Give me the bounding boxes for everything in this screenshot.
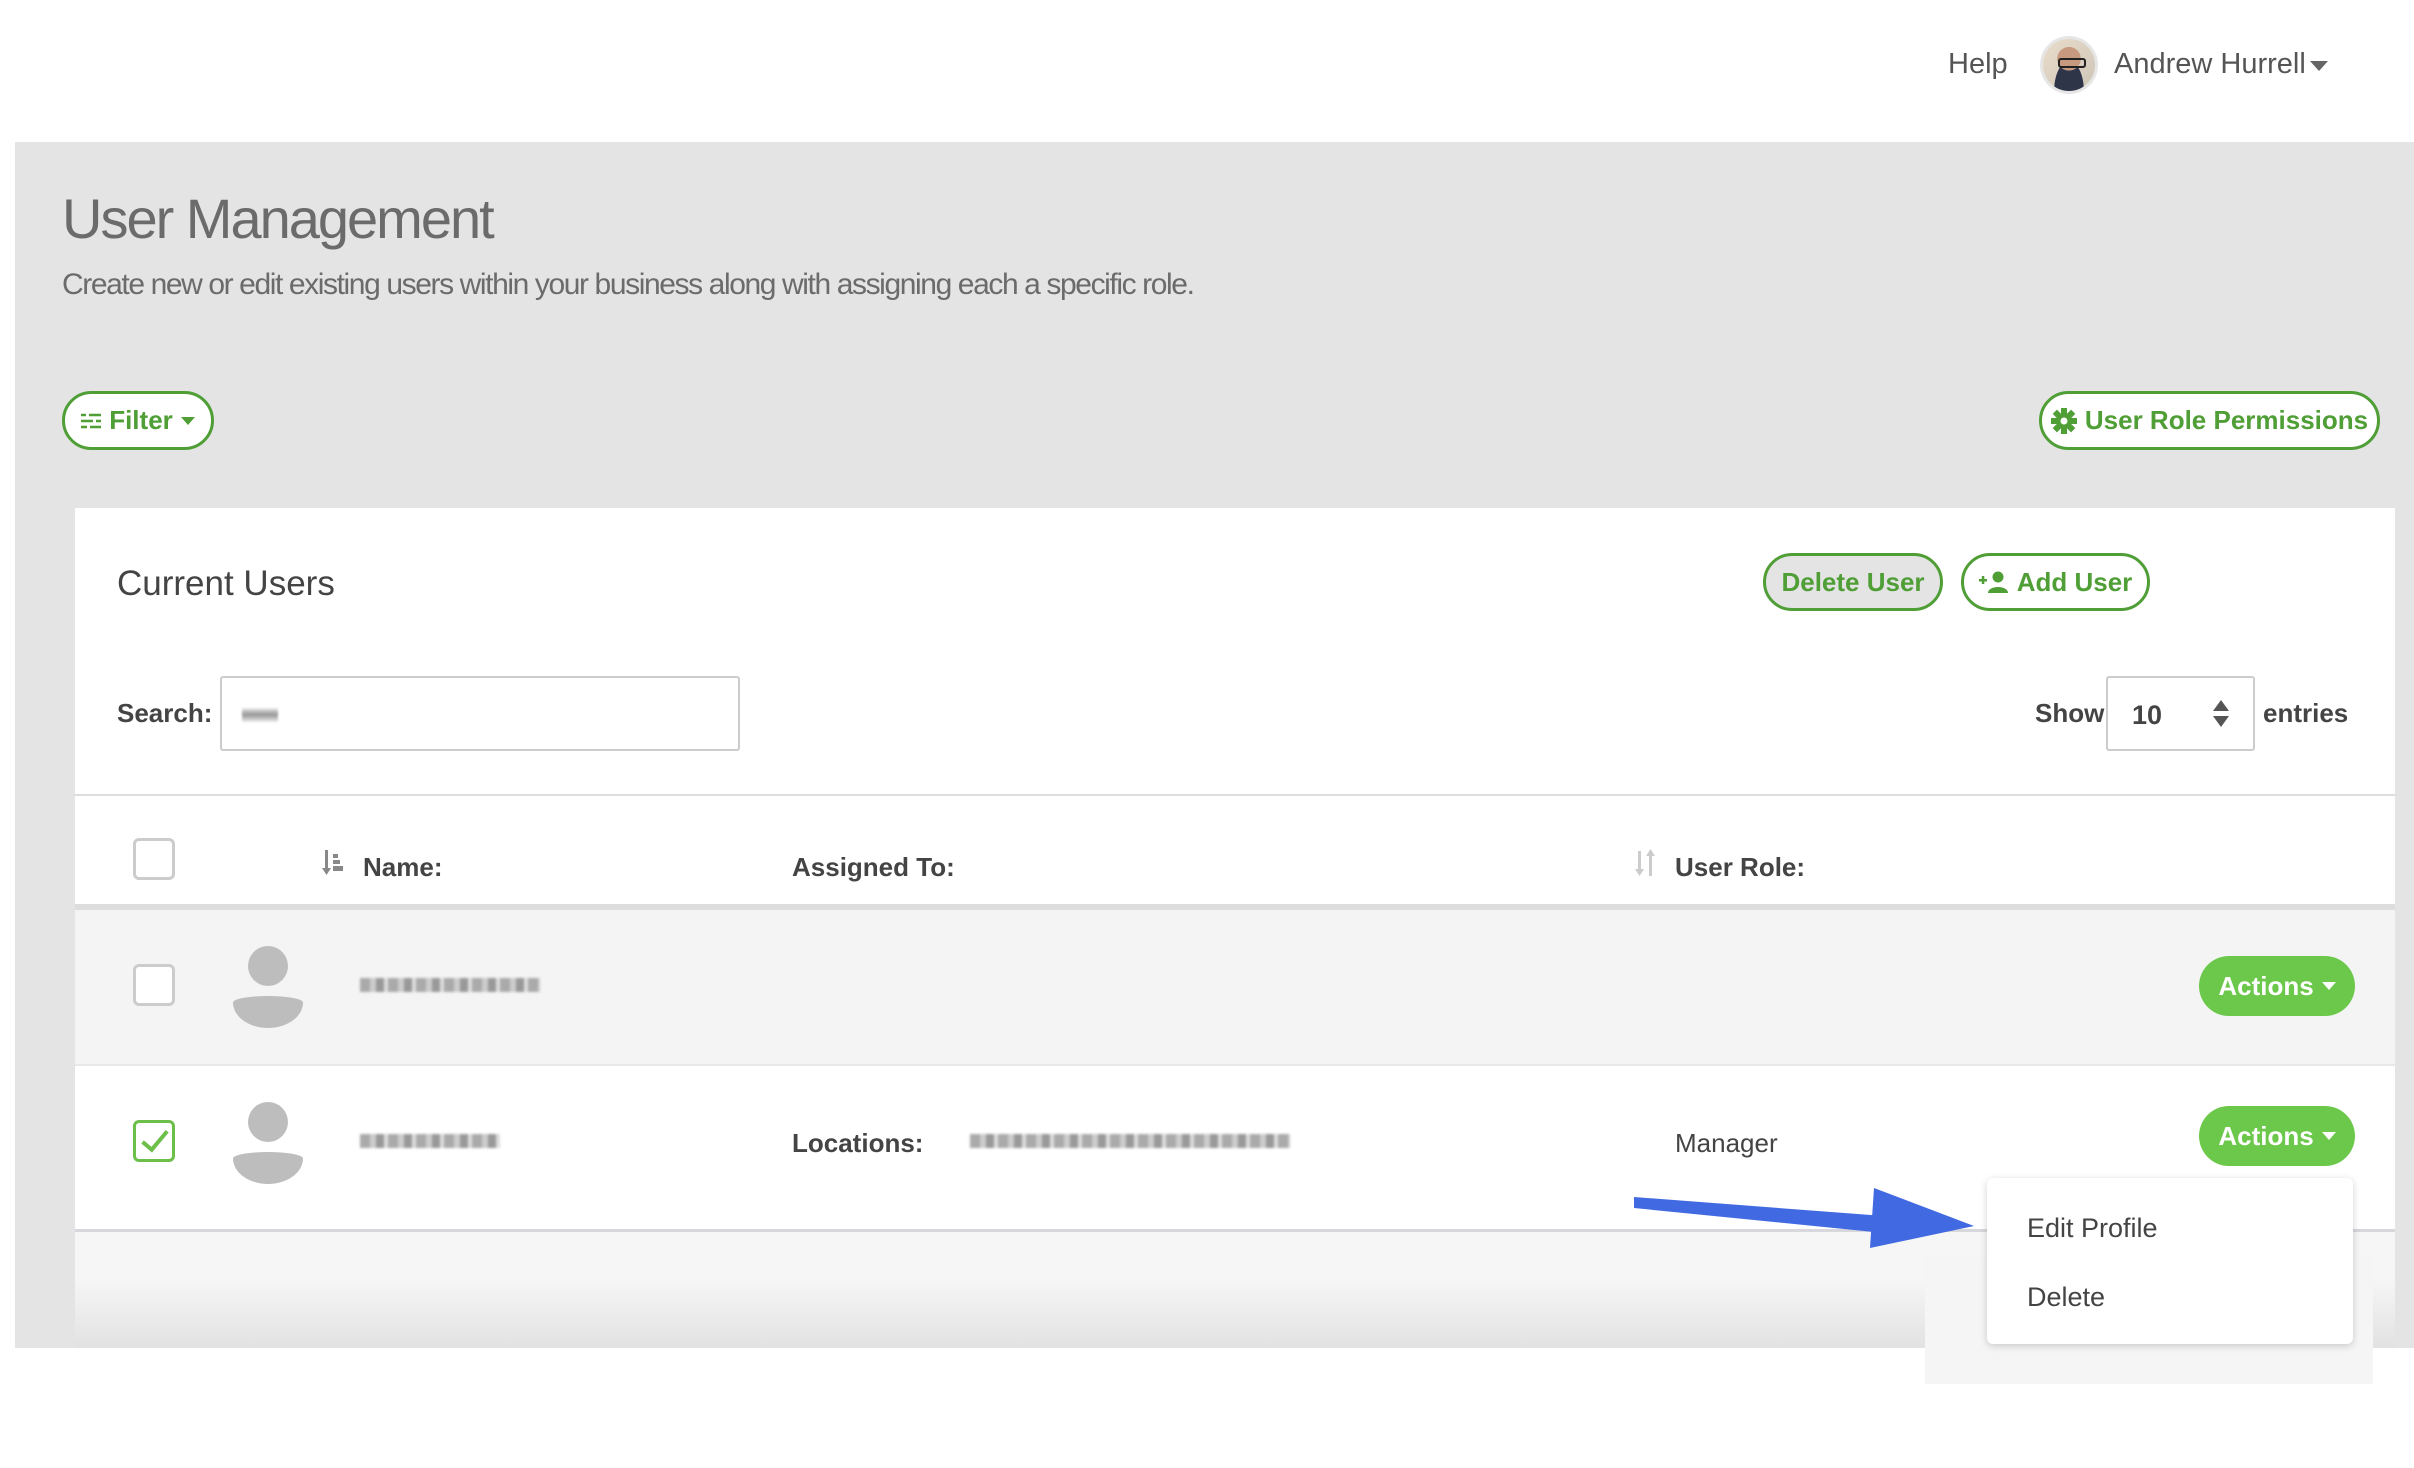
sliders-icon: [81, 411, 102, 430]
menu-item-delete[interactable]: Delete: [2027, 1282, 2105, 1313]
delete-user-label: Delete User: [1781, 566, 1925, 597]
entries-per-page-select[interactable]: 10: [2106, 676, 2255, 751]
top-bar: Help Andrew Hurrell: [0, 0, 2414, 142]
actions-dropdown-menu: Edit Profile Delete: [1987, 1178, 2353, 1344]
sort-both-icon[interactable]: [1634, 848, 1660, 878]
user-role-value: Manager: [1675, 1128, 1778, 1158]
column-user-role[interactable]: User Role:: [1675, 852, 1805, 883]
column-name[interactable]: Name:: [363, 852, 442, 883]
table-row: Actions: [75, 910, 2395, 1064]
delete-user-button[interactable]: Delete User: [1763, 553, 1943, 611]
page-subtitle: Create new or edit existing users within…: [62, 268, 1195, 301]
user-name-redacted: [360, 1134, 500, 1148]
card-title: Current Users: [117, 564, 335, 603]
page-title: User Management: [62, 187, 495, 250]
caret-down-icon: [180, 416, 195, 425]
actions-button[interactable]: Actions: [2199, 956, 2355, 1016]
sort-ascending-icon[interactable]: [322, 848, 348, 878]
menu-item-edit-profile[interactable]: Edit Profile: [2027, 1213, 2158, 1244]
user-menu-name[interactable]: Andrew Hurrell: [2114, 48, 2306, 81]
entries-label: entries: [2263, 698, 2349, 728]
assigned-label: Locations:: [792, 1128, 924, 1158]
show-label: Show: [2035, 698, 2105, 728]
user-placeholder-icon: [233, 1102, 303, 1184]
assigned-value-redacted: [970, 1134, 1290, 1148]
search-input[interactable]: [220, 676, 740, 751]
add-user-button[interactable]: Add User: [1961, 553, 2150, 611]
search-label: Search:: [117, 698, 213, 728]
add-user-label: Add User: [2016, 566, 2133, 597]
gear-icon: [2050, 407, 2077, 434]
actions-button[interactable]: Actions: [2199, 1106, 2355, 1166]
help-link[interactable]: Help: [1948, 48, 2008, 81]
table-header: Name: Assigned To: User Role:: [75, 796, 2395, 904]
annotation-arrow-icon: [1634, 1188, 1974, 1248]
filter-button[interactable]: Filter: [62, 391, 214, 450]
select-arrows-icon: [2213, 700, 2229, 730]
urp-label: User Role Permissions: [2084, 405, 2369, 435]
user-avatar[interactable]: [2040, 36, 2098, 94]
row-checkbox-checked[interactable]: [133, 1120, 175, 1162]
row-checkbox[interactable]: [133, 964, 175, 1006]
column-assigned-to: Assigned To:: [792, 852, 955, 882]
filter-label: Filter: [109, 405, 173, 435]
user-placeholder-icon: [233, 946, 303, 1028]
caret-down-icon: [2321, 982, 2336, 990]
actions-label: Actions: [2218, 970, 2314, 1001]
entries-value: 10: [2132, 700, 2163, 730]
user-name-redacted: [360, 978, 540, 992]
avatar-glasses-icon: [2058, 58, 2086, 68]
scrollbar-track[interactable]: [2395, 142, 2414, 1348]
user-plus-icon: [1978, 571, 2008, 593]
caret-down-icon[interactable]: [2310, 61, 2328, 71]
caret-down-icon: [2321, 1132, 2336, 1140]
actions-label: Actions: [2218, 1120, 2314, 1151]
user-role-permissions-button[interactable]: User Role Permissions: [2039, 391, 2380, 450]
search-value-redacted: [242, 708, 278, 722]
select-all-checkbox[interactable]: [133, 838, 175, 880]
